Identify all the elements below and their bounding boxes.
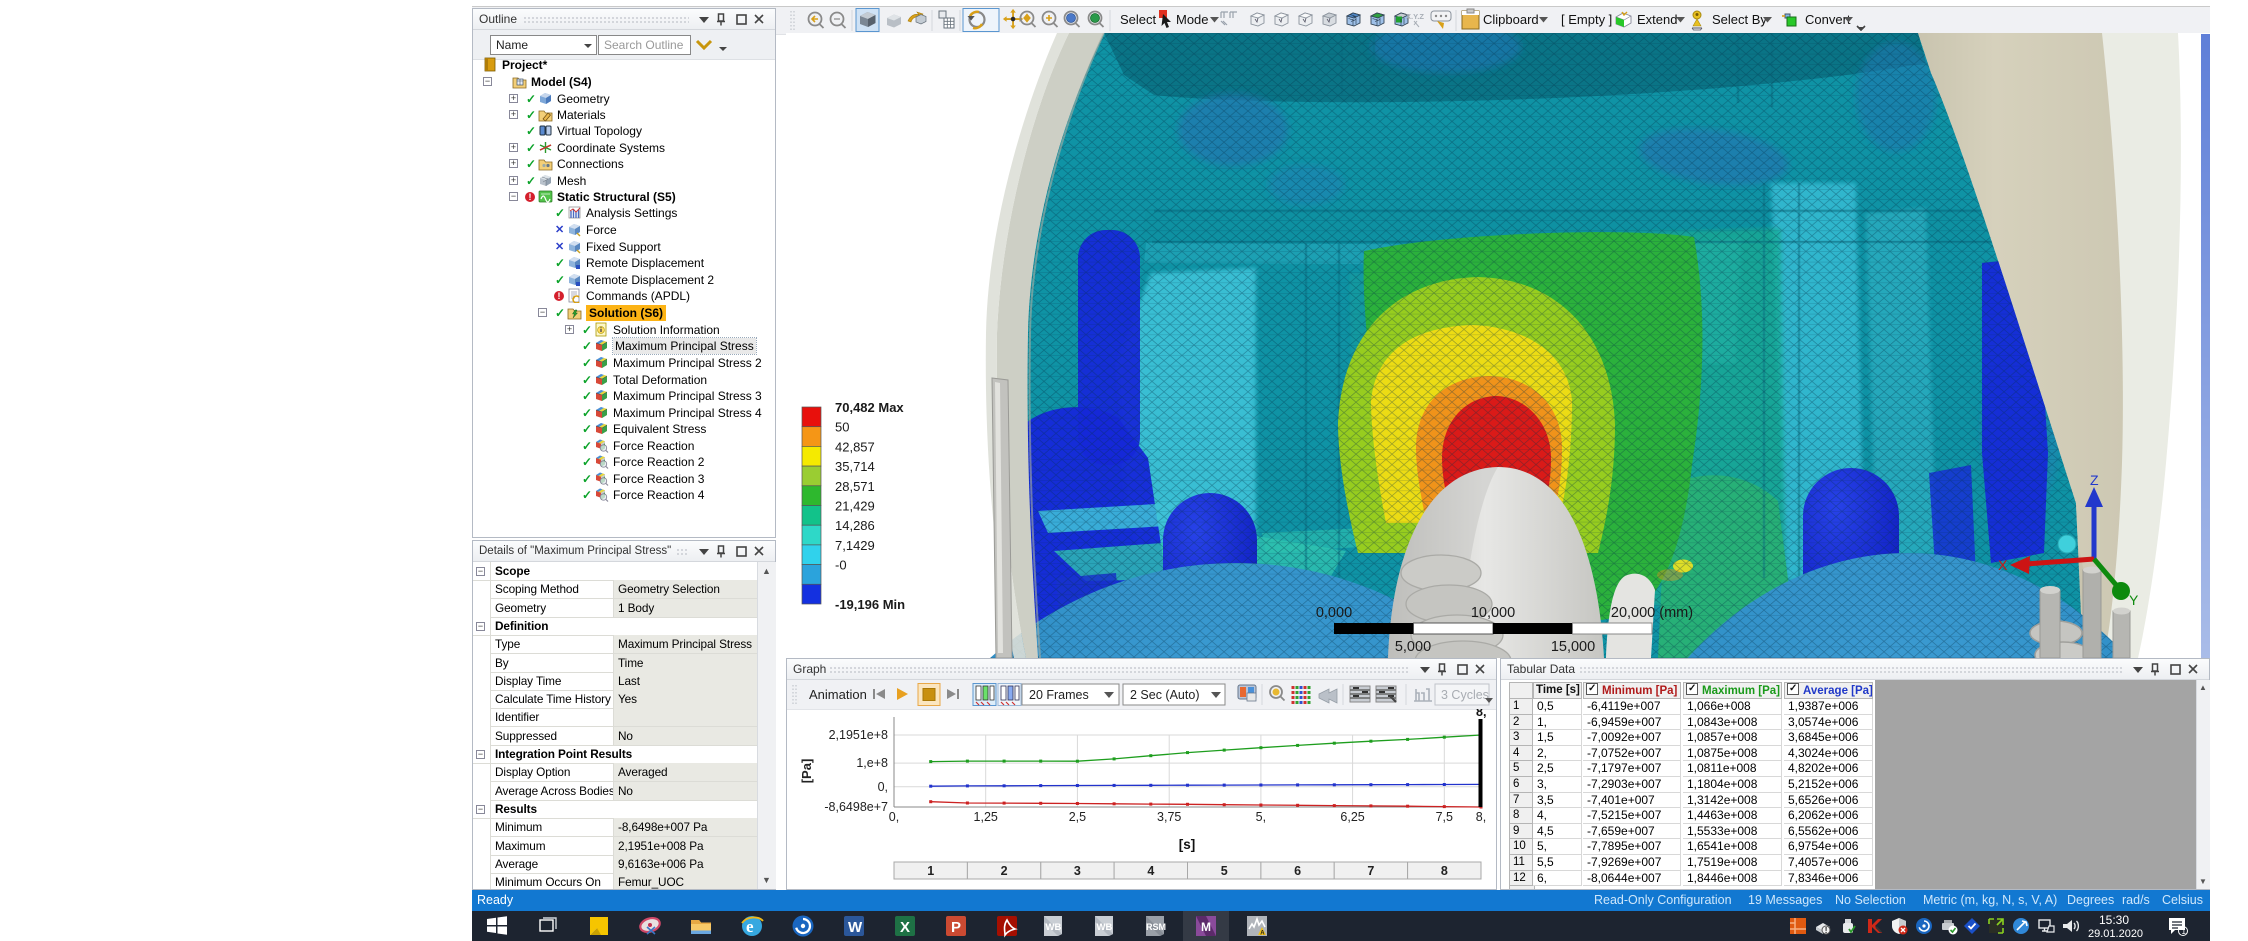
svg-text:[ Empty ]: [ Empty ] bbox=[1561, 12, 1612, 27]
svg-text:X: X bbox=[1998, 557, 2008, 573]
svg-text:A: A bbox=[1260, 931, 1265, 937]
svg-text:0,: 0, bbox=[878, 780, 888, 794]
svg-text:[Pa]: [Pa] bbox=[799, 759, 814, 784]
svg-text:-19,196 Min: -19,196 Min bbox=[835, 597, 905, 612]
svg-text:Extend: Extend bbox=[1637, 12, 1677, 27]
svg-text:1: 1 bbox=[927, 864, 934, 878]
svg-text:14,286: 14,286 bbox=[835, 518, 875, 533]
svg-text:6,25: 6,25 bbox=[1340, 810, 1364, 824]
svg-text:P: P bbox=[951, 919, 961, 936]
svg-text:Select By: Select By bbox=[1712, 12, 1767, 27]
svg-text:3 Cycles: 3 Cycles bbox=[1441, 688, 1489, 702]
svg-text:Z: Z bbox=[2090, 472, 2099, 488]
svg-text:50: 50 bbox=[835, 420, 849, 435]
svg-text:3: 3 bbox=[1074, 864, 1081, 878]
svg-text:28,571: 28,571 bbox=[835, 479, 875, 494]
svg-text:X: X bbox=[900, 919, 910, 936]
svg-text:0,000: 0,000 bbox=[1316, 605, 1352, 621]
svg-text:1,e+8: 1,e+8 bbox=[856, 756, 888, 770]
svg-text:RSM: RSM bbox=[1146, 922, 1166, 932]
svg-text:M: M bbox=[1201, 920, 1211, 934]
svg-text:[s]: [s] bbox=[1179, 837, 1196, 852]
svg-text:WB: WB bbox=[1046, 922, 1062, 933]
svg-text:35,714: 35,714 bbox=[835, 459, 875, 474]
svg-text:8,: 8, bbox=[1476, 709, 1486, 719]
svg-text:Select: Select bbox=[1120, 12, 1157, 27]
svg-text:2,5: 2,5 bbox=[1069, 810, 1086, 824]
svg-text:20,000 (mm): 20,000 (mm) bbox=[1611, 605, 1693, 621]
svg-text:21,429: 21,429 bbox=[835, 499, 875, 514]
svg-text:7,5: 7,5 bbox=[1436, 810, 1453, 824]
svg-text:0,: 0, bbox=[889, 810, 899, 824]
svg-text:Clipboard: Clipboard bbox=[1483, 12, 1539, 27]
svg-text:W: W bbox=[848, 919, 863, 936]
svg-text:15,000: 15,000 bbox=[1551, 639, 1595, 655]
svg-text:WB: WB bbox=[1097, 922, 1113, 933]
svg-text:Animation: Animation bbox=[809, 687, 867, 702]
svg-text:-8,6498e+7: -8,6498e+7 bbox=[824, 800, 888, 814]
svg-text:e: e bbox=[746, 917, 754, 936]
svg-text:7: 7 bbox=[1367, 864, 1374, 878]
svg-text:2: 2 bbox=[1001, 864, 1008, 878]
svg-text:42,857: 42,857 bbox=[835, 439, 875, 454]
svg-text:Mode: Mode bbox=[1176, 12, 1209, 27]
svg-text:!: ! bbox=[1825, 926, 1828, 935]
svg-text:8,: 8, bbox=[1476, 810, 1486, 824]
svg-text:8: 8 bbox=[1441, 864, 1448, 878]
svg-text:1,25: 1,25 bbox=[974, 810, 998, 824]
svg-text:X.Y.Z: X.Y.Z bbox=[1406, 12, 1424, 21]
svg-text:Convert: Convert bbox=[1805, 12, 1851, 27]
svg-text:4: 4 bbox=[1147, 864, 1154, 878]
svg-text:1: 1 bbox=[2182, 927, 2187, 936]
svg-text:20 Frames: 20 Frames bbox=[1029, 688, 1089, 702]
svg-text:2,1951e+8: 2,1951e+8 bbox=[829, 728, 888, 742]
svg-text:70,482 Max: 70,482 Max bbox=[835, 400, 904, 415]
svg-text:10,000: 10,000 bbox=[1471, 605, 1515, 621]
svg-text:Y: Y bbox=[2129, 592, 2139, 608]
svg-text:3,75: 3,75 bbox=[1157, 810, 1181, 824]
svg-text:5: 5 bbox=[1221, 864, 1228, 878]
svg-text:5,000: 5,000 bbox=[1395, 639, 1431, 655]
svg-text:5,: 5, bbox=[1256, 810, 1266, 824]
svg-text:7,1429: 7,1429 bbox=[835, 538, 875, 553]
svg-text:2 Sec (Auto): 2 Sec (Auto) bbox=[1130, 688, 1199, 702]
svg-text:-0: -0 bbox=[835, 558, 847, 573]
svg-text:6: 6 bbox=[1294, 864, 1301, 878]
